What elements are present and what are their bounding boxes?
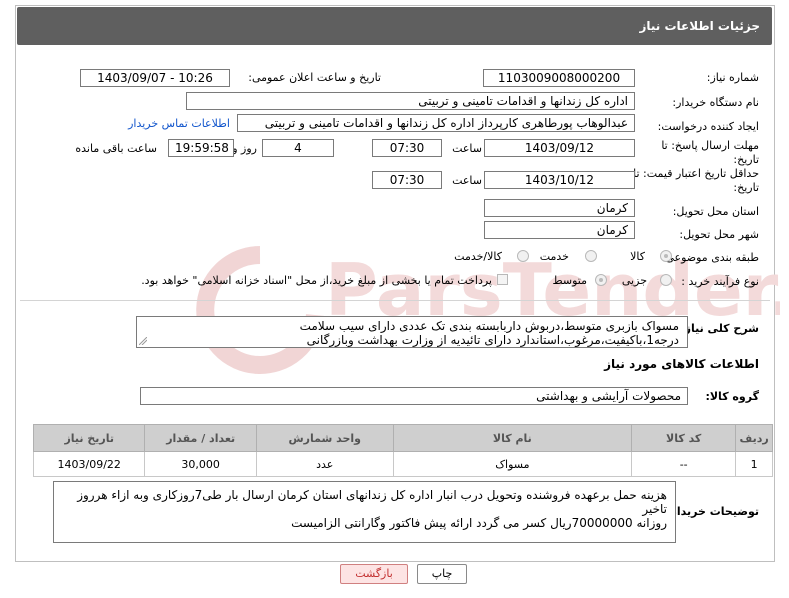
cell-name: مسواک [392,451,633,477]
cell-row: 1 [735,451,773,477]
validity-label: حداقل تاریخ اعتبار قیمت: تا [633,167,759,180]
print-button[interactable]: چاپ [417,564,467,584]
table-row: 1 -- مسواک عدد 30,000 1403/09/22 [32,451,773,477]
validity-date-field: 1403/10/12 [484,171,635,189]
description-label: شرح کلی نیاز: [680,322,759,335]
process-option-minor: جزیی [621,274,647,287]
description-line-1: مسواک بازبری متوسط،دربوش داربابسته بندی … [299,319,679,333]
col-qty: تعداد / مقدار [144,424,257,452]
description-line-2: درجه1،باکیفیت،مرغوب،استاندارد دارای تائی… [306,333,679,347]
announce-label: تاریخ و ساعت اعلان عمومی: [248,71,381,84]
resize-grip-icon[interactable] [139,337,147,345]
buyer-notes-line-1: هزینه حمل برعهده فروشنده وتحویل درب انبا… [77,488,667,516]
cell-date: 1403/09/22 [32,451,146,477]
contact-link[interactable]: اطلاعات تماس خریدار [128,117,230,130]
days-label: روز و [232,142,257,155]
treasury-payment-text: پرداخت تمام یا بخشی از مبلغ خرید،از محل … [141,274,492,287]
back-button[interactable]: بازگشت [340,564,408,584]
need-number-label: شماره نیاز: [706,71,759,84]
treasury-payment-checkbox[interactable] [497,274,508,285]
validity-time-label: ساعت [452,174,482,187]
category-label: طبقه بندی موضوعی: [661,251,759,264]
cell-code: -- [631,451,737,477]
process-label: نوع فرآیند خرید : [681,275,759,288]
category-radio-goods[interactable] [660,250,672,262]
buyer-notes-line-2: روزانه 70000000ریال کسر می گردد ارائه پی… [291,516,667,530]
table-header-row: ردیف کد کالا نام کالا واحد شمارش تعداد /… [32,424,773,452]
category-option-both: کالا/خدمت [454,250,502,263]
category-radio-service[interactable] [585,250,597,262]
col-code: کد کالا [631,424,737,452]
deadline-label-date: تاریخ: [733,153,759,166]
deadline-time-field: 07:30 [372,139,442,157]
header-bar: جزئیات اطلاعات نیاز [17,7,772,45]
col-unit: واحد شمارش [255,424,394,452]
process-option-medium: متوسط [552,274,587,287]
page-title: جزئیات اطلاعات نیاز [639,19,760,33]
category-radio-both[interactable] [517,250,529,262]
page: جزئیات اطلاعات نیاز ParsTender.net شماره… [0,0,789,598]
buyer-notes-label: توضیحات خریدار: [666,505,759,518]
divider [20,300,770,301]
days-field: 4 [262,139,334,157]
description-textarea[interactable]: مسواک بازبری متوسط،دربوش داربابسته بندی … [136,316,688,348]
remaining-time-field: 19:59:58 [168,139,234,157]
announce-field: 1403/09/07 - 10:26 [80,69,230,87]
buyer-label: نام دستگاه خریدار: [672,96,759,109]
col-date: تاریخ نیاز [32,424,146,452]
cell-qty: 30,000 [144,451,257,477]
province-label: استان محل تحویل: [672,205,759,218]
goods-section-title: اطلاعات کالاهای مورد نیاز [604,357,759,371]
goods-group-label: گروه کالا: [705,390,759,403]
province-field: کرمان [484,199,635,217]
creator-label: ایجاد کننده درخواست: [657,120,759,133]
process-radio-medium[interactable] [595,274,607,286]
validity-time-field: 07:30 [372,171,442,189]
city-label: شهر محل تحویل: [679,228,759,241]
category-option-goods: کالا [630,250,645,263]
validity-label-date: تاریخ: [733,181,759,194]
col-name: نام کالا [392,424,633,452]
buyer-notes-textarea[interactable]: هزینه حمل برعهده فروشنده وتحویل درب انبا… [53,481,676,543]
process-radio-minor[interactable] [660,274,672,286]
city-field: کرمان [484,221,635,239]
deadline-date-field: 1403/09/12 [484,139,635,157]
need-number-field: 1103009008000200 [483,69,635,87]
buyer-field: اداره کل زندانها و اقدامات تامینی و تربی… [186,92,635,110]
col-row: ردیف [735,424,773,452]
items-table: ردیف کد کالا نام کالا واحد شمارش تعداد /… [32,424,773,477]
creator-field: عبدالوهاب پورطاهری کارپرداز اداره کل زند… [237,114,635,132]
goods-group-field: محصولات آرایشی و بهداشتی [140,387,688,405]
deadline-time-label: ساعت [452,142,482,155]
category-option-service: خدمت [539,250,569,263]
remaining-label: ساعت باقی مانده [75,142,157,155]
cell-unit: عدد [255,451,394,477]
deadline-label: مهلت ارسال پاسخ: تا [661,139,759,152]
